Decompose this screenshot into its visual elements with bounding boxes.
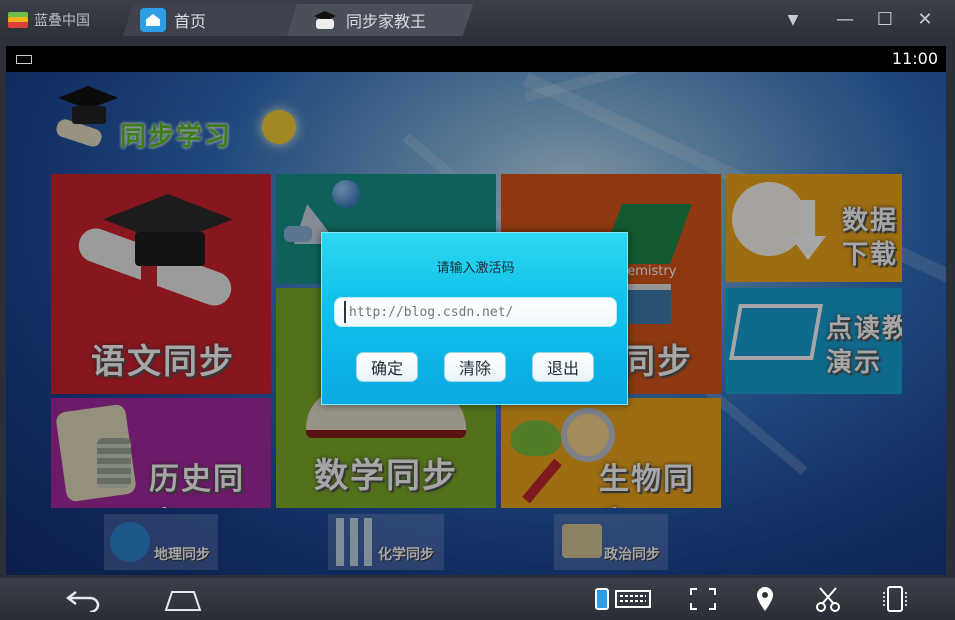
close-button[interactable]: ✕ — [912, 8, 938, 32]
brand-tab[interactable]: 蓝叠中国 — [8, 4, 118, 36]
clear-button[interactable]: 清除 — [444, 352, 506, 382]
text-cursor — [344, 301, 346, 323]
activation-dialog: 请输入激活码 确定 清除 退出 — [321, 232, 628, 405]
dialog-title: 请输入激活码 — [436, 261, 515, 276]
status-clock: 11:00 — [891, 49, 938, 68]
menu-dropdown-button[interactable]: ▼ — [780, 8, 806, 32]
bluestacks-logo-icon — [8, 12, 28, 28]
brand-label: 蓝叠中国 — [34, 13, 90, 29]
back-icon[interactable] — [62, 586, 102, 614]
fullscreen-icon[interactable] — [688, 586, 718, 612]
activation-code-input[interactable] — [334, 297, 617, 327]
location-icon[interactable] — [752, 586, 778, 612]
exit-button[interactable]: 退出 — [532, 352, 594, 382]
confirm-button[interactable]: 确定 — [356, 352, 418, 382]
emulator-nav-bar — [0, 578, 955, 620]
scissors-icon[interactable] — [814, 586, 842, 612]
maximize-button[interactable]: ☐ — [872, 8, 898, 32]
title-tab-bar: 蓝叠中国 首页 同步家教王 ▼ — ☐ ✕ — [0, 0, 955, 40]
tab-app[interactable]: 同步家教王 — [286, 4, 474, 36]
rotate-icon[interactable] — [880, 586, 910, 612]
tab-home[interactable]: 首页 — [122, 4, 306, 36]
home-icon[interactable] — [162, 586, 204, 612]
tab-app-label: 同步家教王 — [346, 12, 427, 31]
emulator-window: 蓝叠中国 首页 同步家教王 ▼ — ☐ ✕ 11:00 同步学习 语文同步 he… — [0, 0, 955, 620]
home-icon — [140, 8, 166, 32]
minimize-button[interactable]: — — [832, 8, 858, 32]
keyboard-toggle-icon[interactable] — [594, 586, 654, 612]
keyboard-icon — [16, 55, 32, 64]
tab-home-label: 首页 — [174, 12, 207, 31]
graduation-cap-icon — [312, 9, 338, 31]
android-status-bar: 11:00 — [6, 46, 946, 72]
